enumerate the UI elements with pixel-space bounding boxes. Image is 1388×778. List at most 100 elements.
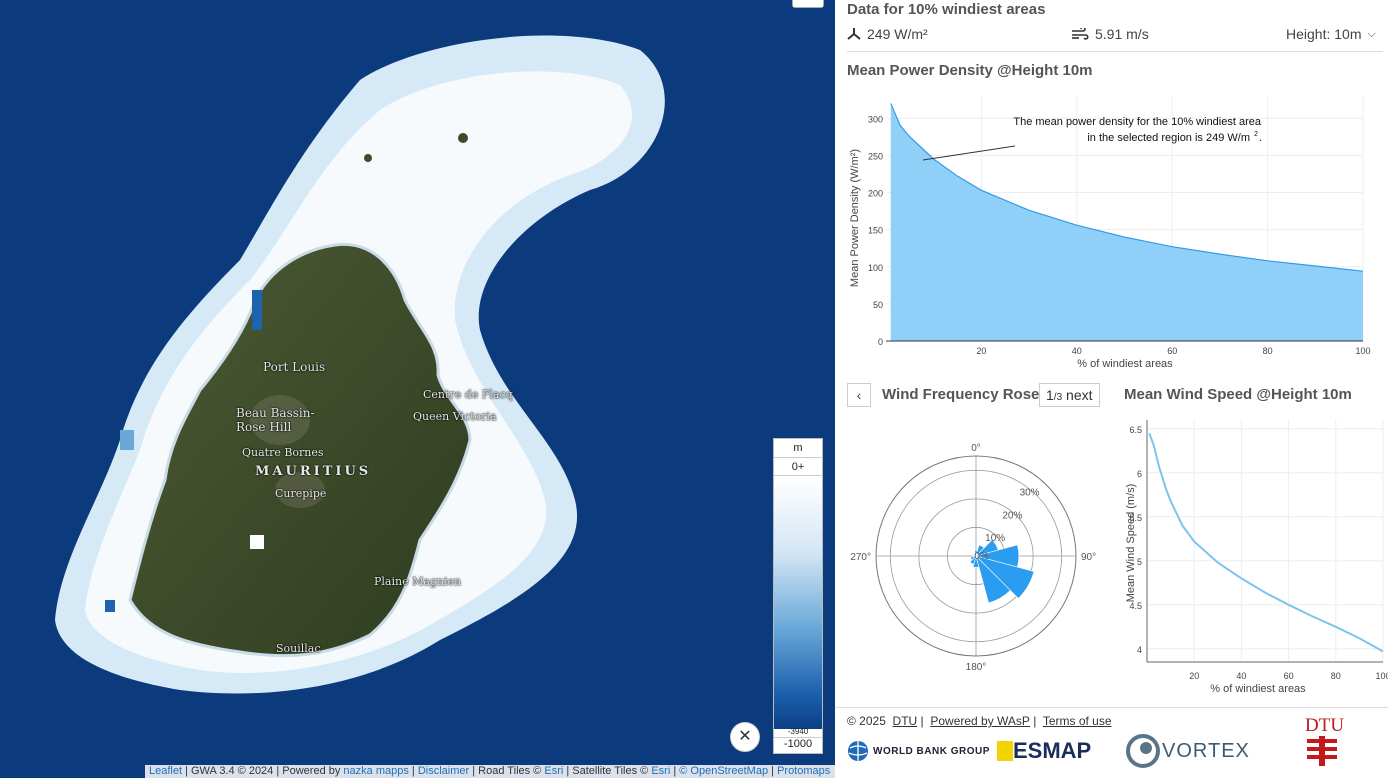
y-tick-label: 0 [878,337,883,347]
footer-divider [835,707,1388,708]
power-ylabel: Mean Power Density (W/m²) [849,149,861,287]
attrib-sep: | [768,765,778,777]
x-tick-label: 40 [1072,346,1082,356]
vortex-icon [1126,734,1160,768]
close-button[interactable]: ✕ [730,722,760,752]
chevron-left-icon: ‹ [856,387,862,403]
power-value: 249 W/m² [867,26,928,42]
label-port-louis: Port Louis [263,360,326,374]
zoom-control[interactable] [792,0,824,8]
y-tick-label: 100 [868,263,883,273]
legend-unit: m [774,439,822,458]
label-curepipe: Curepipe [275,487,327,500]
chevron-down-icon: ⌵ [1367,27,1376,40]
wind-frequency-rose[interactable]: 0° 90° 180° 270° 0% 10% 20% 30% [847,432,1117,682]
height-value: Height: 10m [1286,26,1362,42]
attrib-text: | Satellite Tiles © [563,765,652,777]
attrib-sep: | [408,765,418,777]
x-tick-label: 80 [1331,671,1341,681]
wind-speed-line [1148,432,1384,653]
pager[interactable]: 1/3 next [1039,383,1100,407]
y-tick-label: 5 [1137,557,1142,567]
link-disclaimer[interactable]: Disclaimer [418,765,469,777]
radial-tick-label: 0% [974,551,989,562]
legend-top: 0+ [774,458,822,476]
label-mauritius: MAURITIUS [255,464,372,479]
angle-tick-label: 0° [971,443,981,454]
annotation-dot: . [1259,132,1262,144]
angle-tick-label: 180° [966,662,987,673]
pager-total: /3 [1053,392,1063,403]
next-button[interactable]: next [1066,387,1092,403]
speed-ylabel: Mean Wind Speed (m/s) [1125,484,1137,603]
vortex-text: VORTEX [1162,739,1250,762]
link-esri-road[interactable]: Esri [544,765,563,777]
x-tick-label: 100 [1375,671,1388,681]
esmap-logo[interactable]: ESMAP [997,738,1091,764]
label-souillac: Souillac [276,642,321,655]
map-view[interactable]: Port Louis Centre de Flacq Beau Bassin- … [0,0,835,778]
label-quatre-bornes: Quatre Bornes [242,446,324,459]
label-plaine-magnien: Plaine Magnien [374,575,462,588]
data-panel: Data for 10% windiest areas 249 W/m² 5.9… [835,0,1388,778]
y-tick-label: 200 [868,189,883,199]
y-tick-label: 150 [868,226,883,236]
legend-bottom: -1000 [774,737,822,750]
label-queen-victoria: Queen Victoria [413,410,497,423]
power-chart-title: Mean Power Density @Height 10m [847,62,1093,79]
speed-value: 5.91 m/s [1095,26,1149,42]
radial-tick-label: 30% [1020,488,1040,499]
annotation-line-2: in the selected region is 249 W/m [1087,132,1250,144]
esmap-text: ESMAP [1013,738,1092,763]
world-bank-text: WORLD BANK GROUP [873,745,990,757]
link-leaflet[interactable]: Leaflet [149,765,182,777]
x-tick-label: 60 [1167,346,1177,356]
link-terms[interactable]: Terms of use [1043,714,1112,728]
link-nazka[interactable]: nazka mapps [343,765,408,777]
pager-current: 1 [1046,387,1054,403]
height-select[interactable]: Height: 10m ⌵ [1286,26,1376,42]
vortex-logo[interactable]: VORTEX [1126,734,1250,768]
legend-gradient [774,477,822,729]
angle-tick-label: 270° [850,552,871,563]
footer-links: © 2025 DTU | Powered by WAsP | Terms of … [847,714,1112,728]
x-tick-label: 100 [1355,346,1370,356]
x-tick-label: 40 [1236,671,1246,681]
map-attribution: Leaflet | GWA 3.4 © 2024 | Powered by na… [145,765,835,778]
y-tick-label: 6.5 [1129,425,1142,435]
link-dtu[interactable]: DTU [893,714,918,728]
x-tick-label: 20 [976,346,986,356]
link-wasp[interactable]: Powered by WAsP [930,714,1030,728]
prev-button[interactable]: ‹ [847,383,871,407]
dtu-text: DTU [1305,715,1345,736]
wind-speed-chart[interactable]: 44.555.566.520406080100 Mean Wind Speed … [1120,412,1388,698]
stats-bar: 249 W/m² 5.91 m/s Height: 10m ⌵ [847,24,1383,52]
link-protomaps[interactable]: Protomaps [777,765,830,777]
depth-legend: m 0+ -3940 -1000 [773,438,823,754]
attrib-sep: | [670,765,680,777]
link-esri-sat[interactable]: Esri [651,765,670,777]
world-bank-logo[interactable]: WORLD BANK GROUP [847,740,990,762]
wind-icon [1072,28,1089,40]
dtu-logo[interactable]: DTU [1305,715,1345,771]
map-canvas[interactable] [0,0,835,778]
x-tick-label: 80 [1263,346,1273,356]
x-tick-label: 60 [1284,671,1294,681]
y-tick-label: 4 [1137,645,1142,655]
copyright: © 2025 [847,714,886,728]
link-osm[interactable]: © OpenStreetMap [679,765,768,777]
label-beau-bassin: Beau Bassin- Rose Hill [236,406,315,434]
y-tick-label: 6 [1137,469,1142,479]
y-tick-label: 300 [868,114,883,124]
radial-tick-label: 20% [1002,510,1022,521]
x-tick-label: 20 [1189,671,1199,681]
y-tick-label: 50 [873,300,883,310]
dtu-mark [1307,736,1337,766]
power-density-chart[interactable]: 0 50 100 150 200 250 300 20 40 60 80 100 The mean p… [835,88,1388,372]
label-centre-flacq: Centre de Flacq [423,388,513,401]
y-tick-label: 250 [868,151,883,161]
annotation-arrow [922,145,1016,161]
attrib-text: | Road Tiles © [469,765,545,777]
speed-xlabel: % of windiest areas [1210,683,1306,695]
legend-min-small: -3940 [787,727,809,736]
